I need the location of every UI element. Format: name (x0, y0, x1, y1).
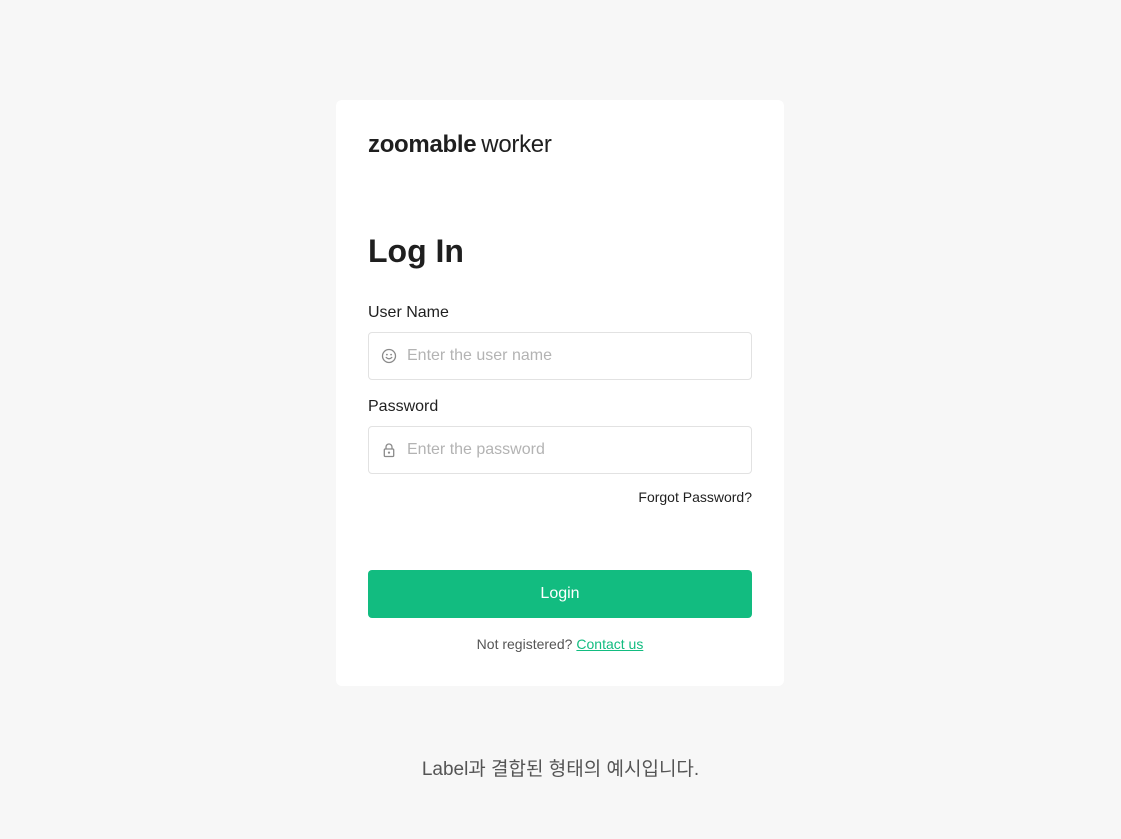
username-label: User Name (368, 304, 449, 321)
password-field[interactable] (368, 426, 752, 474)
password-input[interactable] (407, 441, 737, 459)
register-prompt: Not registered? (476, 636, 573, 652)
example-caption: Label과 결합된 형태의 예시입니다. (421, 759, 700, 780)
brand-logo: zoomable worker (368, 130, 552, 160)
page-title: Log In (368, 233, 464, 269)
username-field[interactable] (368, 332, 752, 380)
smiley-icon (381, 348, 397, 364)
username-input[interactable] (407, 347, 737, 365)
contact-us-link[interactable]: Contact us (576, 636, 643, 652)
register-row: Not registered? Contact us (336, 635, 784, 653)
login-button[interactable]: Login (368, 570, 752, 618)
forgot-password-link[interactable]: Forgot Password? (638, 488, 752, 506)
logo-bold-text: zoomable (368, 131, 477, 158)
logo-light-text: worker (481, 131, 552, 158)
login-card: zoomableworker Log In User Name Password… (336, 100, 784, 686)
password-label: Password (368, 398, 439, 415)
lock-icon (381, 442, 397, 458)
